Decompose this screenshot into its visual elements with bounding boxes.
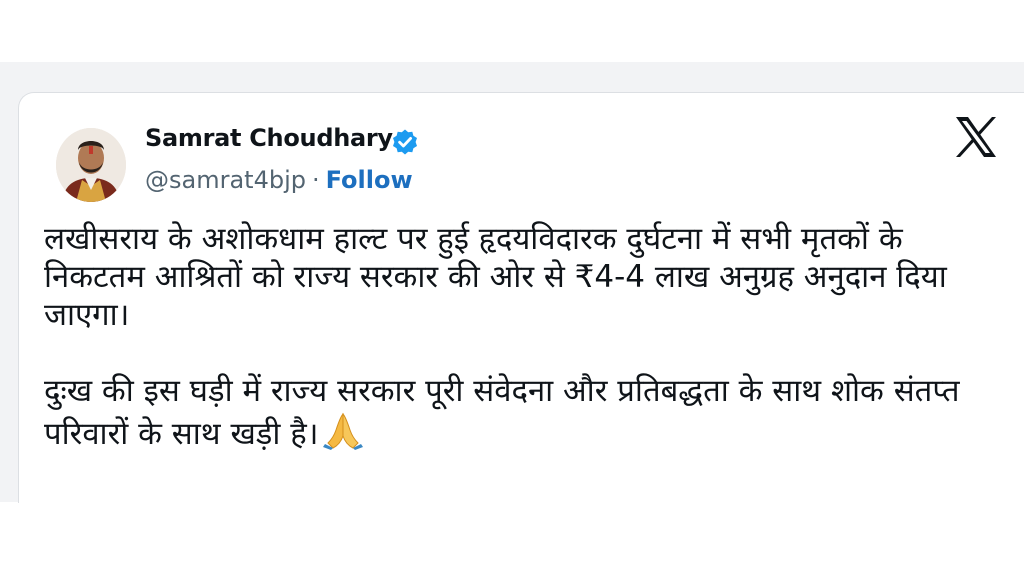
separator-dot: ·	[311, 166, 320, 194]
folded-hands-icon	[322, 412, 363, 450]
tweet-paragraph: लखीसराय के अशोकधाम हाल्ट पर हुई हृदयविदा…	[44, 221, 947, 333]
verified-badge-icon	[393, 129, 417, 155]
follow-button[interactable]: Follow	[326, 166, 413, 194]
x-logo-icon[interactable]	[954, 116, 998, 158]
tweet-paragraph-text: दुःख की इस घड़ी में राज्य सरकार पूरी संव…	[44, 373, 960, 452]
tweet-paragraph: दुःख की इस घड़ी में राज्य सरकार पूरी संव…	[44, 372, 1004, 453]
author-name[interactable]: Samrat Choudhary	[145, 124, 393, 152]
handle-row: @samrat4bjp · Follow	[145, 166, 413, 194]
avatar[interactable]	[56, 128, 126, 202]
tweet-text: लखीसराय के अशोकधाम हाल्ट पर हुई हृदयविदा…	[44, 220, 1004, 453]
bottom-band	[0, 502, 1024, 576]
top-band	[0, 0, 1024, 62]
author-handle[interactable]: @samrat4bjp	[145, 166, 306, 194]
